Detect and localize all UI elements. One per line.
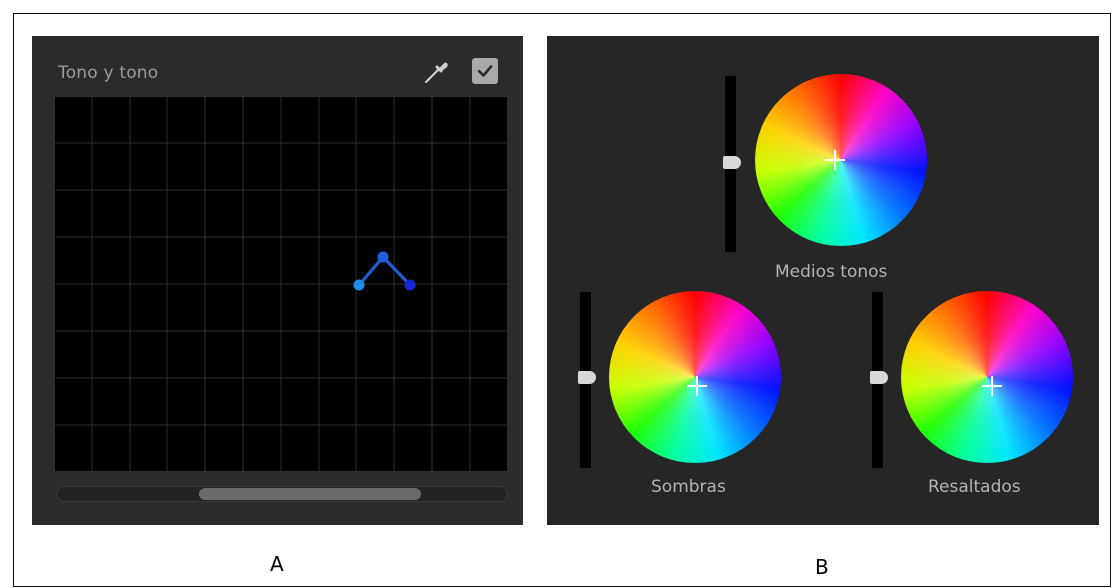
checkmark-icon xyxy=(477,65,493,77)
hue-curve-graph[interactable] xyxy=(54,96,508,472)
midtones-crosshair-icon xyxy=(825,150,845,170)
midtones-label: Medios tonos xyxy=(775,262,888,282)
scrollbar-thumb[interactable] xyxy=(199,488,421,500)
horizontal-scrollbar[interactable] xyxy=(56,486,508,502)
shadows-crosshair-icon xyxy=(687,376,707,396)
color-wheels-panel: Medios tonos Sombras Resaltados xyxy=(547,36,1099,525)
caption-a: A xyxy=(270,552,284,576)
caption-b: B xyxy=(815,555,829,579)
panel-title: Tono y tono xyxy=(58,63,159,83)
eyedropper-icon[interactable] xyxy=(422,58,450,86)
curve-point xyxy=(404,279,416,291)
hue-curve-panel: Tono y tono xyxy=(32,36,523,525)
highlights-crosshair-icon xyxy=(982,376,1002,396)
enable-checkbox[interactable] xyxy=(472,58,498,84)
shadows-slider-handle[interactable] xyxy=(578,371,596,384)
curve-point xyxy=(377,251,389,263)
shadows-label: Sombras xyxy=(651,477,726,497)
highlights-slider-handle[interactable] xyxy=(870,371,888,384)
midtones-slider-handle[interactable] xyxy=(723,156,741,169)
curve-point xyxy=(353,279,365,291)
highlights-label: Resaltados xyxy=(928,477,1021,497)
